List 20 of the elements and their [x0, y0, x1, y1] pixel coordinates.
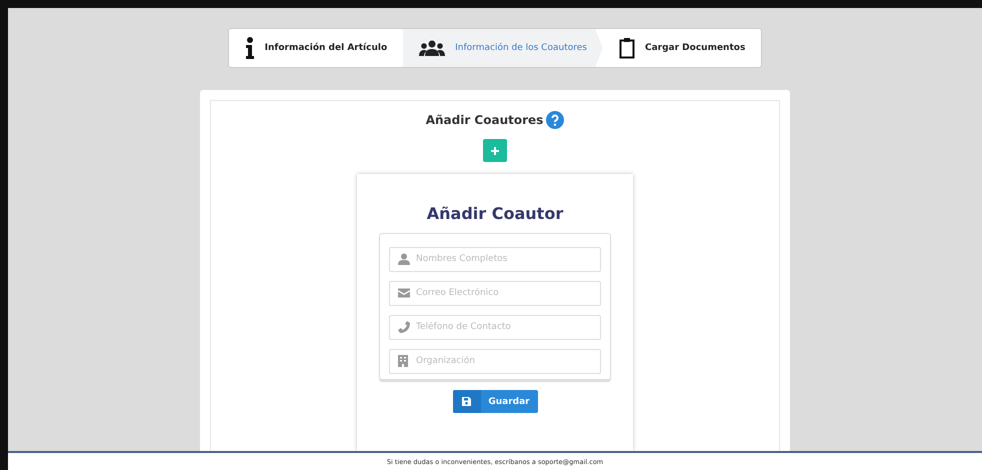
form-title: Añadir Coautor	[426, 204, 564, 223]
user-icon	[398, 252, 410, 264]
input-field[interactable]: Organización	[389, 348, 601, 374]
phone-icon	[398, 320, 410, 332]
input-field[interactable]: Teléfono de Contacto	[389, 314, 601, 340]
clipboard-icon	[618, 37, 635, 59]
input-field[interactable]: Nombres Completos	[389, 246, 601, 272]
step-tab[interactable]: Información de los Coautores	[403, 29, 603, 67]
step-tab[interactable]: Información del Artículo	[228, 29, 404, 67]
step-tab[interactable]: Cargar Documentos	[602, 29, 762, 67]
save-button[interactable]: Guardar	[452, 390, 538, 413]
section-title: Añadir Coautores	[426, 113, 544, 127]
info-icon	[244, 37, 255, 59]
floppy-icon	[462, 397, 471, 406]
add-button[interactable]	[483, 139, 507, 162]
help-icon[interactable]	[546, 111, 564, 129]
envelope-icon	[398, 288, 410, 297]
input-field[interactable]: Correo Electrónico	[389, 280, 601, 306]
plus-icon	[491, 146, 499, 154]
users-icon	[419, 40, 446, 56]
